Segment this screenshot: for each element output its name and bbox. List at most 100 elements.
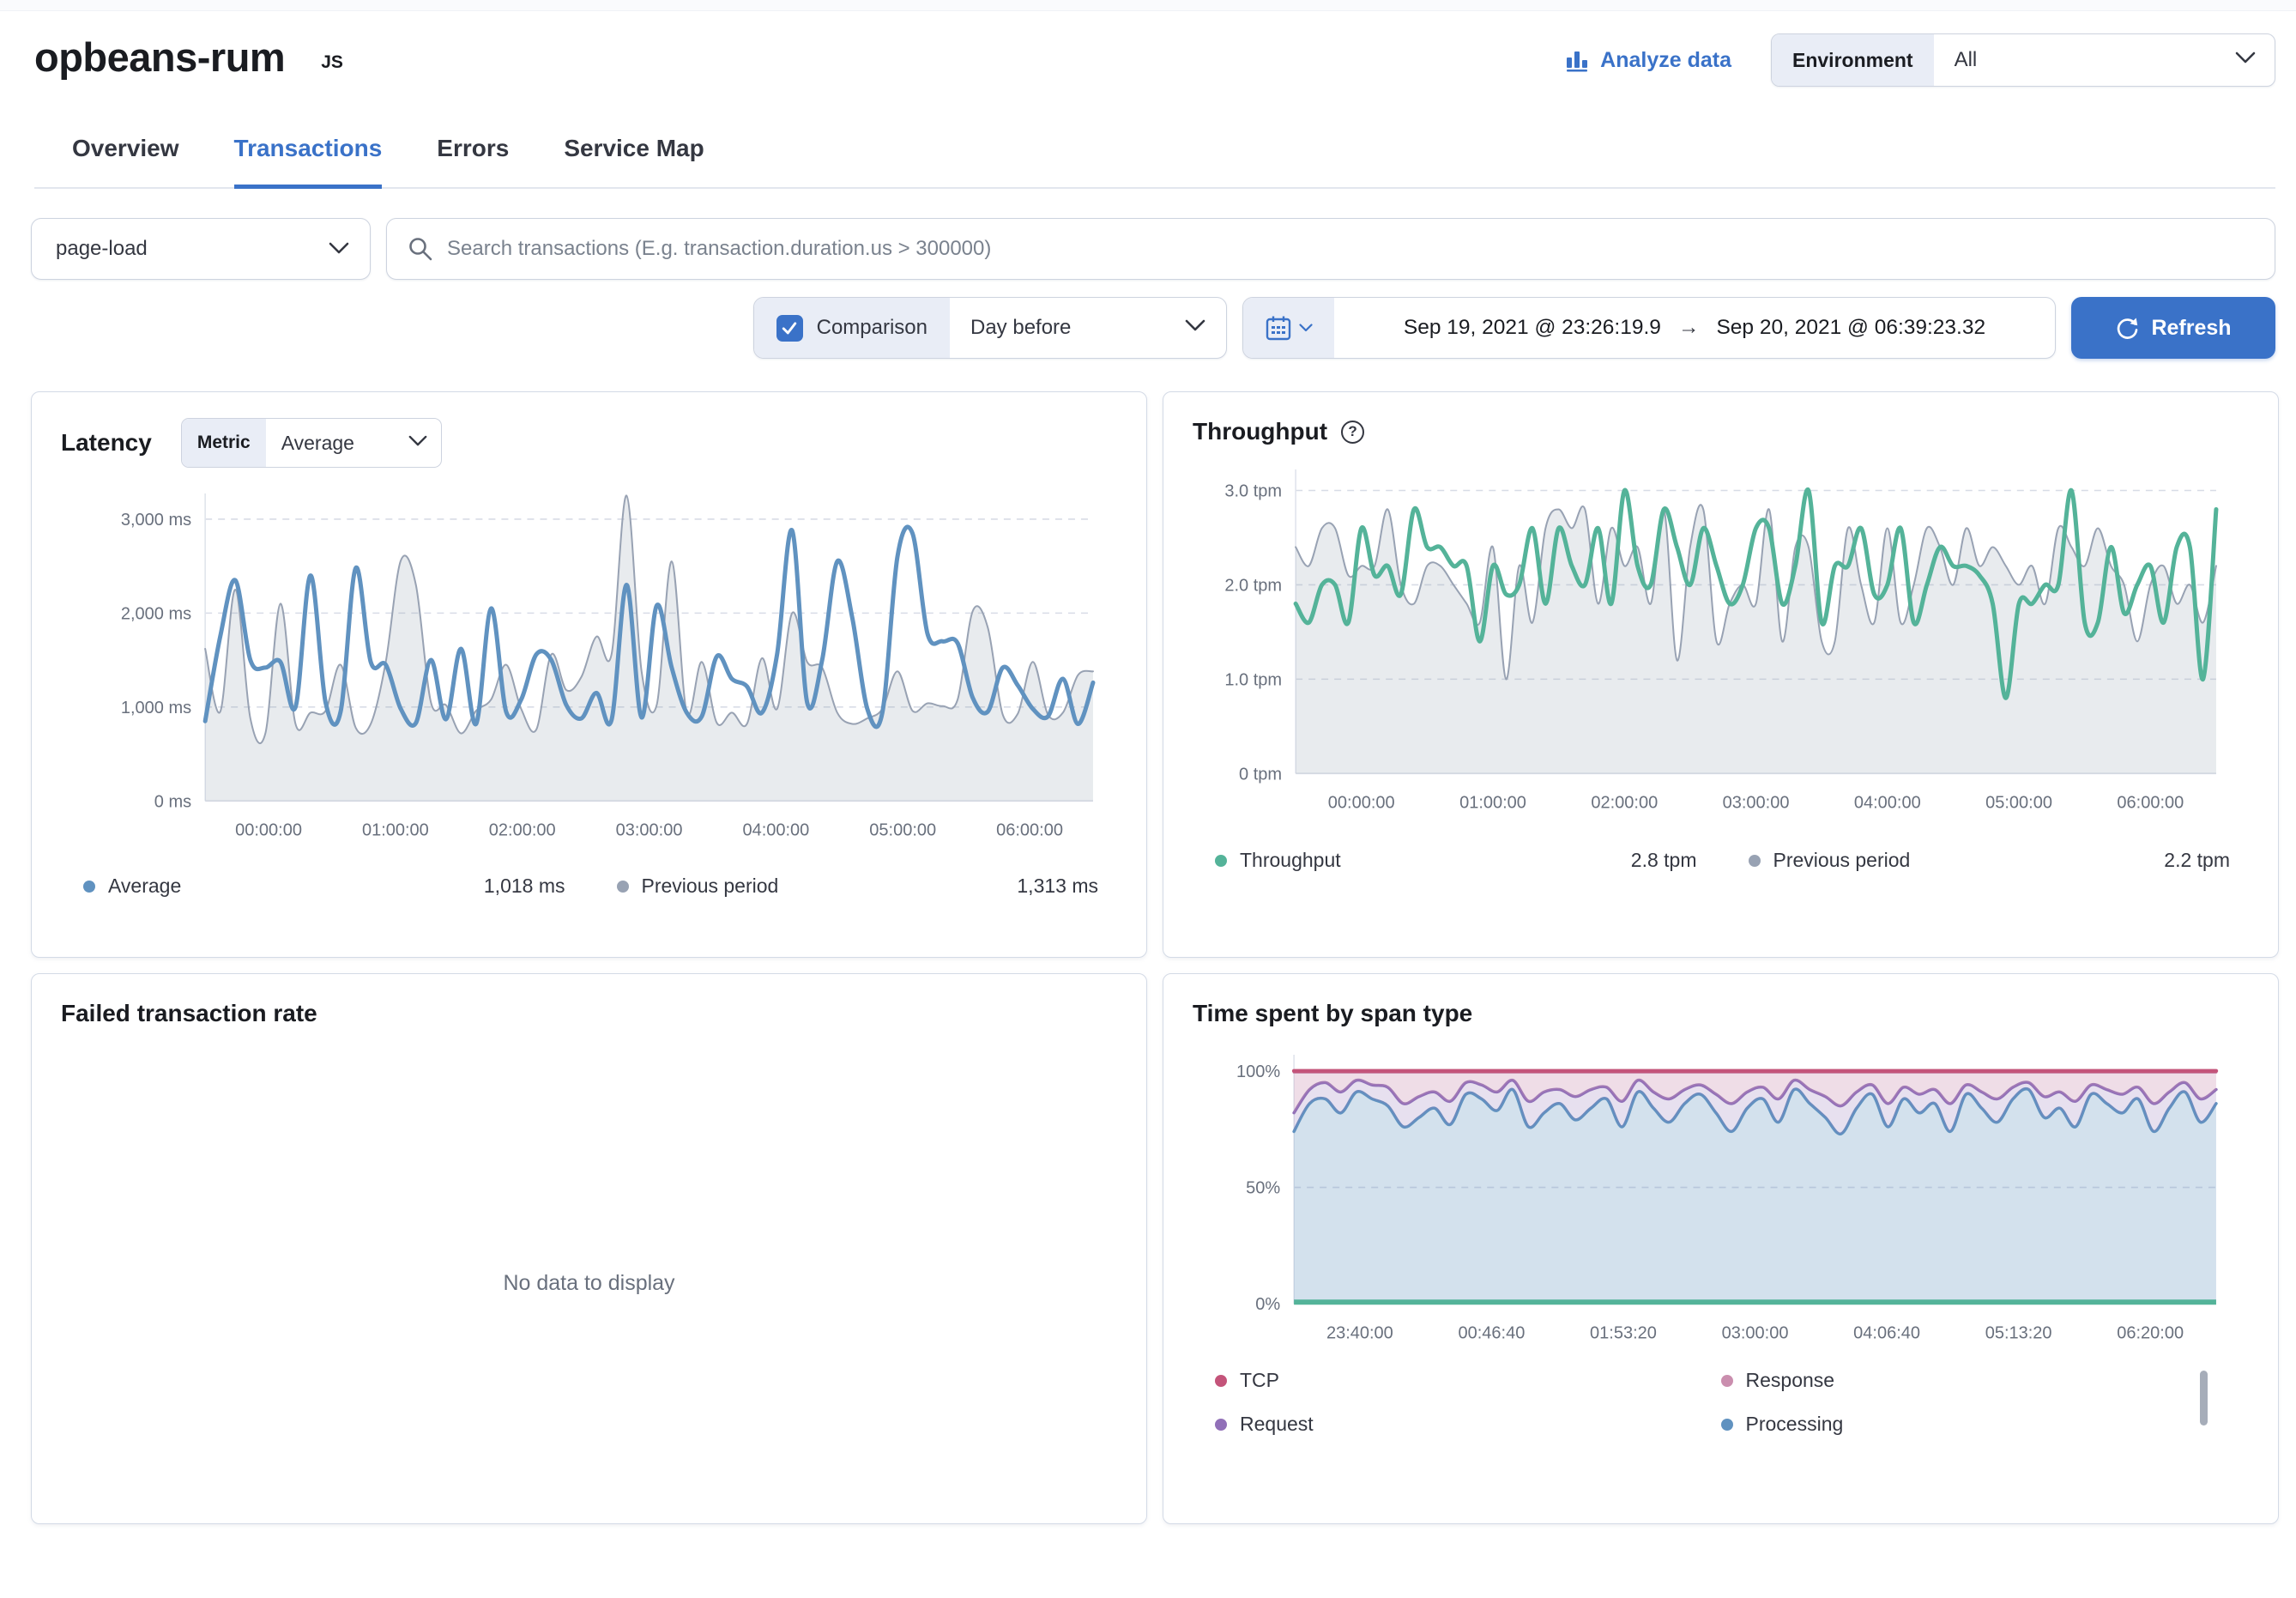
calendar-icon	[1265, 314, 1292, 342]
legend-dot	[1749, 855, 1761, 867]
latency-panel: Latency Metric Average 3,000 ms2,000 ms1…	[31, 391, 1147, 958]
refresh-label: Refresh	[2151, 316, 2231, 341]
comparison-period-select[interactable]: Day before	[950, 298, 1226, 358]
page-title: opbeans-rum	[34, 33, 285, 81]
legend-item-tcp[interactable]: TCP	[1215, 1369, 1721, 1392]
comparison-control: Comparison Day before	[753, 297, 1227, 359]
failed-transaction-rate-title: Failed transaction rate	[61, 1000, 1117, 1027]
legend-label: Processing	[1746, 1413, 1844, 1436]
svg-text:06:20:00: 06:20:00	[2117, 1323, 2184, 1342]
latency-metric-select[interactable]: Metric Average	[181, 418, 442, 468]
search-transactions-input[interactable]	[447, 237, 2254, 261]
svg-text:0%: 0%	[1255, 1295, 1280, 1314]
svg-text:01:00:00: 01:00:00	[362, 820, 429, 839]
legend-dot	[1215, 1375, 1227, 1387]
metric-value: Average	[266, 432, 370, 455]
svg-text:01:53:20: 01:53:20	[1590, 1323, 1657, 1342]
legend-label: Request	[1240, 1413, 1314, 1436]
svg-text:2.0 tpm: 2.0 tpm	[1224, 576, 1282, 595]
legend-item-request[interactable]: Request	[1215, 1413, 1721, 1436]
legend-scrollbar-thumb[interactable]	[2200, 1371, 2208, 1425]
svg-text:1,000 ms: 1,000 ms	[121, 699, 191, 717]
apm-service-page: opbeans-rum JS Analyze data Environment …	[0, 0, 2296, 1598]
svg-text:03:00:00: 03:00:00	[1722, 1323, 1789, 1342]
legend-label: TCP	[1240, 1369, 1279, 1392]
svg-text:03:00:00: 03:00:00	[616, 820, 683, 839]
svg-text:02:00:00: 02:00:00	[1591, 793, 1658, 812]
latency-title: Latency	[61, 429, 152, 457]
legend-value: 2.2 tpm	[2164, 849, 2230, 872]
search-box	[386, 218, 2275, 280]
bar-chart-icon	[1564, 47, 1590, 73]
svg-text:05:13:20: 05:13:20	[1985, 1323, 2052, 1342]
svg-text:50%: 50%	[1246, 1179, 1280, 1198]
legend-label: Throughput	[1240, 849, 1341, 872]
legend-item-response[interactable]: Response	[1721, 1369, 2227, 1392]
no-data-message: No data to display	[32, 1271, 1146, 1296]
legend-label: Average	[108, 875, 181, 898]
environment-value: All	[1934, 48, 1998, 72]
environment-select[interactable]: Environment All	[1771, 33, 2275, 87]
comparison-checkbox[interactable]	[776, 315, 803, 342]
svg-text:04:00:00: 04:00:00	[1854, 793, 1921, 812]
legend-item-throughput[interactable]: Throughput 2.8 tpm	[1215, 849, 1697, 872]
throughput-chart[interactable]: 3.0 tpm2.0 tpm1.0 tpm0 tpm00:00:0001:00:…	[1193, 457, 2249, 825]
legend-item-previous-period[interactable]: Previous period 1,313 ms	[617, 875, 1099, 898]
svg-text:02:00:00: 02:00:00	[489, 820, 556, 839]
analyze-data-link[interactable]: Analyze data	[1564, 47, 1731, 73]
legend-item-previous-period[interactable]: Previous period 2.2 tpm	[1749, 849, 2231, 872]
svg-text:3,000 ms: 3,000 ms	[121, 511, 191, 530]
tab-errors[interactable]: Errors	[437, 135, 509, 189]
refresh-icon	[2115, 316, 2139, 340]
legend-value: 1,018 ms	[484, 875, 565, 898]
legend-item-processing[interactable]: Processing	[1721, 1413, 2227, 1436]
filter-bar: page-load Comparison	[0, 218, 2296, 359]
chevron-down-icon	[329, 237, 349, 261]
tab-overview[interactable]: Overview	[72, 135, 179, 189]
tab-transactions[interactable]: Transactions	[234, 135, 383, 189]
date-range-start[interactable]: Sep 19, 2021 @ 23:26:19.9	[1404, 316, 1661, 340]
svg-text:23:40:00: 23:40:00	[1326, 1323, 1393, 1342]
transaction-type-select[interactable]: page-load	[31, 218, 371, 280]
svg-text:01:00:00: 01:00:00	[1459, 793, 1526, 812]
svg-text:1.0 tpm: 1.0 tpm	[1224, 670, 1282, 689]
dashboard-grid: Latency Metric Average 3,000 ms2,000 ms1…	[0, 391, 2296, 1524]
analyze-data-label: Analyze data	[1600, 48, 1731, 73]
throughput-legend: Throughput 2.8 tpm Previous period 2.2 t…	[1193, 849, 2249, 872]
legend-label: Response	[1746, 1369, 1835, 1392]
failed-transaction-rate-panel: Failed transaction rate No data to displ…	[31, 973, 1147, 1524]
comparison-period-value: Day before	[970, 316, 1071, 340]
header: opbeans-rum JS Analyze data Environment …	[0, 11, 2296, 189]
help-icon[interactable]: ?	[1341, 421, 1364, 444]
time-spent-by-span-type-panel: Time spent by span type 100%50%0%23:40:0…	[1163, 973, 2279, 1524]
svg-text:04:00:00: 04:00:00	[742, 820, 809, 839]
legend-dot	[617, 881, 629, 893]
legend-label: Previous period	[642, 875, 779, 898]
latency-legend: Average 1,018 ms Previous period 1,313 m…	[61, 875, 1117, 898]
environment-label: Environment	[1772, 34, 1934, 86]
legend-dot	[1721, 1375, 1733, 1387]
span-type-legend: TCP Response Request Processing	[1193, 1369, 2249, 1436]
svg-text:05:00:00: 05:00:00	[1985, 793, 2052, 812]
refresh-button[interactable]: Refresh	[2071, 297, 2275, 359]
svg-text:03:00:00: 03:00:00	[1723, 793, 1790, 812]
latency-chart[interactable]: 3,000 ms2,000 ms1,000 ms0 ms00:00:0001:0…	[61, 480, 1117, 850]
date-range-end[interactable]: Sep 20, 2021 @ 06:39:23.32	[1716, 316, 1985, 340]
throughput-title: Throughput	[1193, 418, 1327, 445]
legend-dot	[83, 881, 95, 893]
svg-text:06:00:00: 06:00:00	[2117, 793, 2184, 812]
tab-bar: Overview Transactions Errors Service Map	[34, 135, 2275, 189]
legend-item-average[interactable]: Average 1,018 ms	[83, 875, 565, 898]
search-icon	[408, 236, 433, 262]
tab-service-map[interactable]: Service Map	[564, 135, 704, 189]
chevron-down-icon	[1185, 319, 1205, 336]
svg-text:0 ms: 0 ms	[154, 792, 191, 811]
legend-value: 2.8 tpm	[1631, 849, 1697, 872]
svg-text:05:00:00: 05:00:00	[869, 820, 936, 839]
chevron-down-icon	[2235, 51, 2256, 69]
time-spent-by-span-type-chart[interactable]: 100%50%0%23:40:0000:46:4001:53:2003:00:0…	[1193, 1050, 2249, 1343]
metric-label: Metric	[182, 419, 266, 467]
date-range-picker[interactable]: Sep 19, 2021 @ 23:26:19.9 → Sep 20, 2021…	[1242, 297, 2056, 359]
legend-label: Previous period	[1773, 849, 1911, 872]
svg-text:00:46:40: 00:46:40	[1459, 1323, 1526, 1342]
